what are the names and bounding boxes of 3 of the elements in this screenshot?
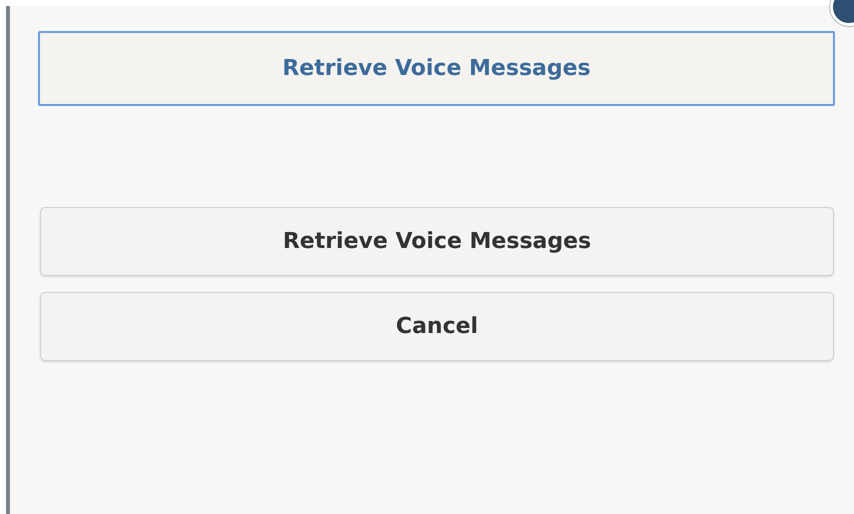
action-button[interactable]: Retrieve Voice Messages bbox=[40, 207, 834, 276]
cancel-button[interactable]: Cancel bbox=[40, 292, 834, 361]
dialog-title: Retrieve Voice Messages bbox=[38, 31, 835, 106]
